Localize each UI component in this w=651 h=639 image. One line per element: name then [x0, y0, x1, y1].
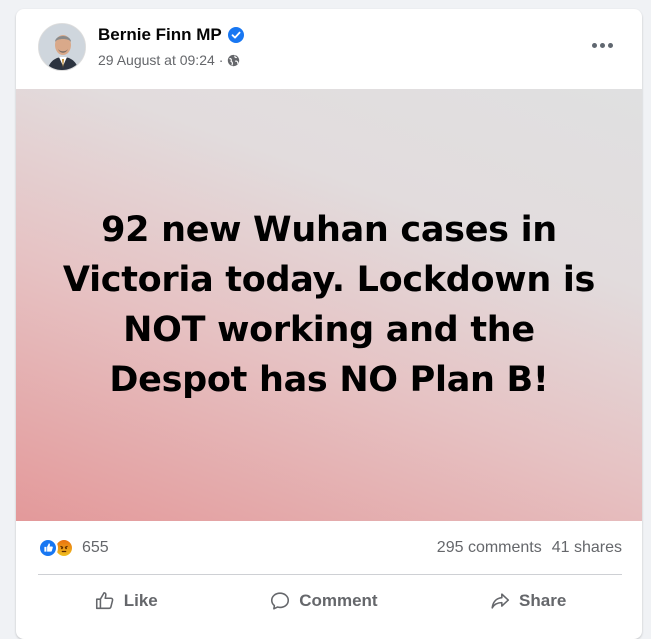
- post-text-image[interactable]: 92 new Wuhan cases in Victoria today. Lo…: [16, 89, 642, 521]
- author-name[interactable]: Bernie Finn MP: [98, 25, 222, 45]
- stats-row: 655 295 comments 41 shares: [38, 521, 622, 575]
- like-button[interactable]: Like: [82, 584, 170, 618]
- reaction-count: 655: [82, 538, 109, 556]
- avatar-portrait-icon: [39, 24, 85, 70]
- like-reaction-icon: [38, 537, 58, 558]
- post-meta: 29 August at 09:24 ·: [98, 52, 240, 68]
- reactions-summary[interactable]: 655: [38, 537, 109, 558]
- author-name-row: Bernie Finn MP: [98, 25, 244, 45]
- dot-icon: [607, 42, 613, 48]
- post-header: Bernie Finn MP 29 August at 09:24 ·: [16, 9, 642, 89]
- share-button[interactable]: Share: [477, 584, 578, 618]
- comments-count-link[interactable]: 295 comments: [437, 539, 542, 557]
- engagement-counts: 295 comments 41 shares: [437, 539, 622, 557]
- comment-bubble-icon: [271, 592, 290, 610]
- dot-icon: [599, 42, 605, 48]
- share-arrow-icon: [491, 593, 510, 609]
- thumbs-up-icon: [95, 591, 114, 610]
- more-options-button[interactable]: [588, 33, 616, 57]
- comment-button[interactable]: Comment: [257, 584, 389, 618]
- like-label: Like: [123, 591, 158, 610]
- comment-label: Comment: [299, 591, 378, 610]
- globe-icon[interactable]: [227, 54, 240, 67]
- meta-separator: ·: [218, 52, 224, 68]
- post-card: Bernie Finn MP 29 August at 09:24 · 92 n…: [16, 9, 642, 639]
- verified-badge-icon: [227, 27, 244, 43]
- post-image-text: 92 new Wuhan cases in Victoria today. Lo…: [62, 210, 596, 400]
- share-label: Share: [519, 591, 567, 610]
- post-timestamp[interactable]: 29 August at 09:24: [98, 52, 215, 68]
- author-avatar[interactable]: [38, 23, 86, 71]
- post-actions-bar: Like Comment Share: [38, 575, 622, 627]
- shares-count-link[interactable]: 41 shares: [552, 539, 622, 557]
- post-stats: 655 295 comments 41 shares: [16, 521, 642, 575]
- dot-icon: [591, 42, 597, 48]
